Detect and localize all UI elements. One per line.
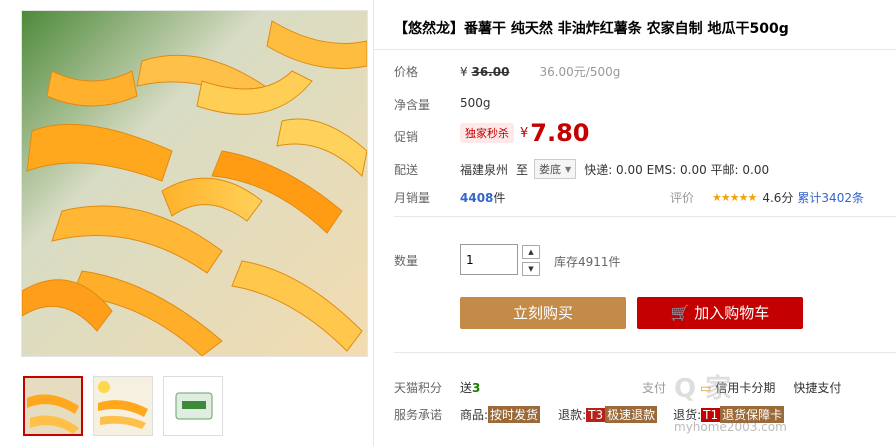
thumbnail-strip — [23, 376, 223, 436]
watermark-logo: Q 家 — [674, 374, 732, 404]
quantity-input[interactable] — [460, 244, 518, 275]
points-value: 3 — [472, 380, 481, 395]
stock-text: 库存4911件 — [554, 255, 621, 269]
promo-label: 促销 — [394, 130, 419, 144]
buy-now-button[interactable]: 立刻购买 — [460, 297, 626, 329]
promo-tag: 独家秒杀 — [460, 123, 514, 143]
net-weight-label: 净含量 — [394, 98, 431, 112]
star-icon: ★★★★★ — [712, 191, 757, 204]
monthly-sales-unit: 件 — [493, 191, 506, 205]
watermark-url: myhome2003.com — [674, 420, 787, 434]
divider — [394, 352, 896, 353]
service-label: 服务承诺 — [394, 408, 443, 422]
refund-label: 退款: — [558, 408, 587, 422]
chevron-down-icon: ▼ — [565, 164, 572, 174]
destination-value: 娄底 — [539, 163, 562, 176]
monthly-sales-label: 月销量 — [394, 191, 431, 205]
on-time-shipping-badge[interactable]: 按时发货 — [488, 406, 541, 423]
ship-to-label: 至 — [516, 162, 529, 177]
fast-refund-badge[interactable]: 极速退款 — [605, 406, 658, 423]
net-weight-value: 500g — [460, 96, 491, 110]
ship-from: 福建泉州 — [460, 162, 509, 177]
add-to-cart-label: 加入购物车 — [694, 304, 770, 322]
divider — [374, 49, 896, 50]
rating-score: 4.6分 — [762, 191, 794, 205]
shipping-fees: 快递: 0.00 EMS: 0.00 平邮: 0.00 — [584, 162, 770, 177]
thumbnail-3[interactable] — [163, 376, 223, 436]
refund-code-badge: T3 — [586, 407, 606, 422]
points-label: 天猫积分 — [394, 381, 443, 395]
product-title: 【悠然龙】番薯干 纯天然 非油炸红薯条 农家自制 地瓜干500g — [394, 21, 789, 37]
promo-currency-symbol: ¥ — [520, 125, 529, 141]
review-count-link[interactable]: 累计3402条 — [797, 189, 864, 206]
quantity-label: 数量 — [394, 254, 419, 268]
rating-label: 评价 — [670, 191, 695, 205]
add-to-cart-button[interactable]: 🛒 加入购物车 — [637, 297, 803, 329]
currency-symbol: ¥ — [460, 64, 468, 79]
thumbnail-1[interactable] — [23, 376, 83, 436]
pay-label: 支付 — [642, 381, 667, 395]
spin-up-icon[interactable]: ▲ — [522, 245, 540, 259]
destination-select[interactable]: 娄底 ▼ — [534, 159, 577, 179]
unit-price: 36.00元/500g — [539, 65, 621, 79]
spin-down-icon[interactable]: ▼ — [522, 262, 540, 276]
cart-icon: 🛒 — [670, 304, 690, 322]
price-label: 价格 — [394, 65, 419, 79]
product-main-image — [21, 10, 368, 357]
promo-price: 7.80 — [530, 119, 590, 147]
thumbnail-2[interactable] — [93, 376, 153, 436]
divider — [394, 216, 896, 217]
shipping-label: 配送 — [394, 163, 419, 177]
monthly-sales-count: 4408 — [460, 190, 494, 205]
product-gallery — [15, 0, 373, 446]
quick-pay-link[interactable]: 快捷支付 — [793, 379, 841, 396]
points-send: 送 — [460, 381, 473, 395]
goods-label: 商品: — [460, 408, 489, 422]
original-price: 36.00 — [471, 64, 510, 79]
product-info-panel: 【悠然龙】番薯干 纯天然 非油炸红薯条 农家自制 地瓜干500g 价格 ¥ 36… — [374, 0, 896, 446]
